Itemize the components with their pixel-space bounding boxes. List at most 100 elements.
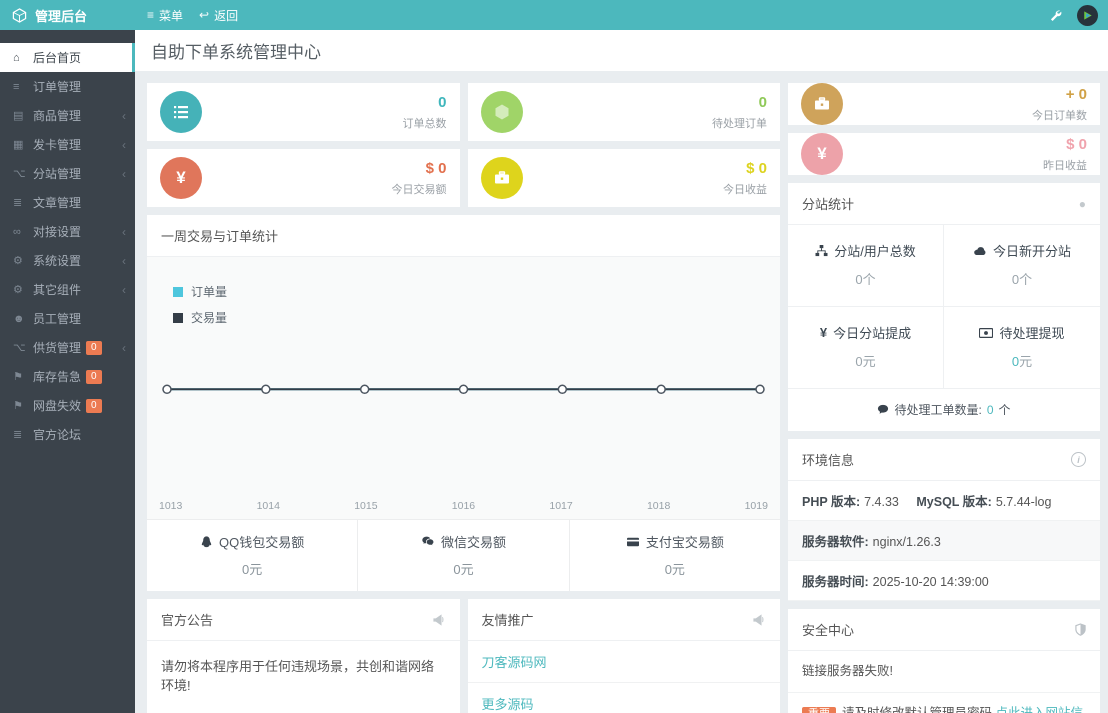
sidebar-item-label: 库存告急 (33, 370, 82, 384)
env-key: PHP 版本: (802, 495, 861, 509)
env-key: 服务器时间: (802, 575, 869, 589)
stat-cards-row-1: 0 订单总数 0 待处理订单 (147, 83, 780, 141)
security-alert: 链接服务器失败! (788, 651, 1100, 694)
sidebar-item-system-setting[interactable]: ⚙ 系统设置 ‹ (0, 246, 135, 275)
yen-icon: ¥ (160, 157, 202, 199)
substation-cell-num: 0 (855, 354, 863, 369)
data-point-marker[interactable] (162, 384, 172, 395)
banknote-icon (979, 327, 994, 338)
x-axis-label: 1013 (159, 500, 183, 512)
topbar-links: ≡ 菜单 ↩ 返回 (147, 7, 254, 24)
payment-label: 支付宝交易额 (645, 535, 724, 550)
data-point-marker[interactable] (458, 384, 469, 395)
notice-text: 请及时修改默认管理员密码 (842, 706, 992, 713)
chart-panel: 一周交易与订单统计 订单量 交易量 1013 1014 1015 1016 10… (147, 215, 780, 591)
book-icon: ≣ (13, 197, 23, 209)
announcement-panel: 官方公告 请勿将本程序用于任何违规场景，共创和谐网络环境! (147, 599, 460, 713)
substation-cell-num: 0 (855, 272, 863, 287)
important-badge: 重要 (802, 707, 836, 713)
sidebar-item-orders[interactable]: ≡ 订单管理 (0, 72, 135, 101)
yen-icon: ¥ (801, 133, 843, 175)
sidebar-item-label: 后台首页 (33, 51, 82, 65)
substation-footer-label: 待处理工单数量: (894, 403, 982, 417)
data-point-marker[interactable] (656, 384, 666, 395)
sidebar-item-goods[interactable]: ▤ 商品管理 ‹ (0, 101, 135, 130)
sidebar-item-articles[interactable]: ≣ 文章管理 (0, 188, 135, 217)
data-point-marker[interactable] (261, 384, 271, 395)
stat-label: 订单总数 (402, 117, 447, 130)
payment-cell-qq: QQ钱包交易额 0元 (147, 520, 357, 591)
sidebar-badge: 0 (86, 340, 102, 355)
sidebar-item-stock-alert[interactable]: ⚑ 库存告急 0 (0, 362, 135, 391)
stat-label: 今日订单数 (1032, 109, 1087, 122)
sidebar-item-forum[interactable]: ≣ 官方论坛 (0, 420, 135, 449)
dot-icon: ● (1078, 196, 1086, 211)
sidebar-item-substation[interactable]: ⌥ 分站管理 ‹ (0, 159, 135, 188)
stat-value: + 0 (1065, 85, 1087, 103)
sidebar-item-label: 对接设置 (33, 225, 82, 239)
site-logo[interactable] (1077, 4, 1098, 26)
data-point-marker[interactable] (359, 384, 370, 395)
substation-footer: 待处理工单数量: 0 个 (788, 388, 1100, 431)
promo-link[interactable]: 更多源码 (468, 683, 781, 713)
payment-value: 0元 (453, 562, 474, 577)
stat-label: 待处理订单 (712, 117, 767, 130)
main-area: 自助下单系统管理中心 0 订单总数 0 待处理订单 ¥ $ 0 今日交易额 $ … (135, 30, 1108, 713)
stat-value: 0 (438, 93, 447, 111)
sidebar-item-label: 供货管理 (33, 341, 82, 355)
sidebar-item-label: 发卡管理 (33, 138, 82, 152)
chart-legend: 订单量 交易量 (173, 283, 227, 335)
payment-label: 微信交易额 (440, 535, 506, 550)
data-point-marker[interactable] (557, 384, 568, 395)
back-label: 返回 (214, 8, 239, 23)
brand-title: 管理后台 (35, 8, 88, 24)
promo-link[interactable]: 刀客源码网 (467, 641, 780, 683)
ordered-list-icon (160, 91, 202, 133)
book-icon: ≣ (13, 429, 23, 441)
sidebar-item-netdisk-invalid[interactable]: ⚑ 网盘失效 0 (0, 391, 135, 420)
line-chart-svg[interactable] (147, 257, 780, 519)
substation-footer-num: 0 (986, 402, 994, 417)
user-icon: ☻ (13, 312, 25, 325)
sidebar-item-label: 官方论坛 (33, 428, 82, 442)
sidebar-item-label: 分站管理 (33, 167, 82, 181)
payment-label: QQ钱包交易额 (219, 535, 305, 550)
sidebar-item-staff[interactable]: ☻ 员工管理 (0, 304, 135, 333)
legend-label: 订单量 (191, 285, 228, 299)
sitemap-icon: ⌥ (13, 342, 26, 354)
cogs-icon: ⚙ (13, 284, 23, 296)
substation-cell-label: 分站/用户总数 (834, 244, 916, 259)
legend-swatch-volume (173, 312, 183, 323)
stat-card-today-profit: $ 0 今日收益 (467, 149, 780, 207)
sidebar-item-card-issue[interactable]: ▦ 发卡管理 ‹ (0, 130, 135, 159)
sidebar-item-components[interactable]: ⚙ 其它组件 ‹ (0, 275, 135, 304)
brand[interactable]: 管理后台 (0, 6, 136, 25)
substation-cell-unit: 元 (862, 354, 876, 369)
env-value: 7.4.33 (864, 495, 899, 509)
wechat-icon (421, 535, 435, 548)
sidebar-item-label: 员工管理 (33, 312, 82, 326)
reply-arrow-icon: ↩ (199, 8, 210, 22)
wrench-icon[interactable] (1049, 9, 1062, 22)
legend-item[interactable]: 订单量 (173, 283, 227, 300)
menu-toggle-button[interactable]: ≡ 菜单 (147, 7, 183, 24)
substation-cell-label: 今日新开分站 (992, 244, 1071, 259)
info-icon: i (1071, 452, 1086, 467)
sidebar: ⌂ 后台首页 ≡ 订单管理 ▤ 商品管理 ‹ ▦ 发卡管理 ‹ ⌥ 分站管理 ‹ ≣ 文章管理 ∞ 对接设置 ‹ ⚙… (0, 30, 135, 713)
comment-icon (877, 404, 889, 415)
substation-cell-commission: ¥ 今日分站提成 0元 (788, 307, 944, 388)
stat-value: $ 0 (425, 159, 447, 177)
x-axis-label: 1017 (549, 500, 573, 512)
sidebar-item-supply[interactable]: ⌥ 供货管理 0 ‹ (0, 333, 135, 362)
environment-panel: 环境信息 i PHP 版本: 7.4.33 MySQL 版本: 5.7.44-log… (788, 439, 1100, 601)
data-point-marker[interactable] (755, 384, 765, 395)
legend-item[interactable]: 交易量 (173, 309, 227, 326)
chevron-left-icon: ‹ (122, 166, 126, 181)
back-button[interactable]: ↩ 返回 (199, 7, 238, 24)
sidebar-item-home[interactable]: ⌂ 后台首页 (0, 43, 135, 72)
chevron-left-icon: ‹ (122, 282, 126, 297)
chevron-left-icon: ‹ (122, 137, 126, 152)
bullhorn-icon: ⚑ (13, 371, 23, 383)
sidebar-item-api-setting[interactable]: ∞ 对接设置 ‹ (0, 217, 135, 246)
substation-panel: 分站统计 ● 分站/用户总数 0个 今日新开分站 0个 ¥ 今日分站提成 0元 … (788, 183, 1100, 431)
